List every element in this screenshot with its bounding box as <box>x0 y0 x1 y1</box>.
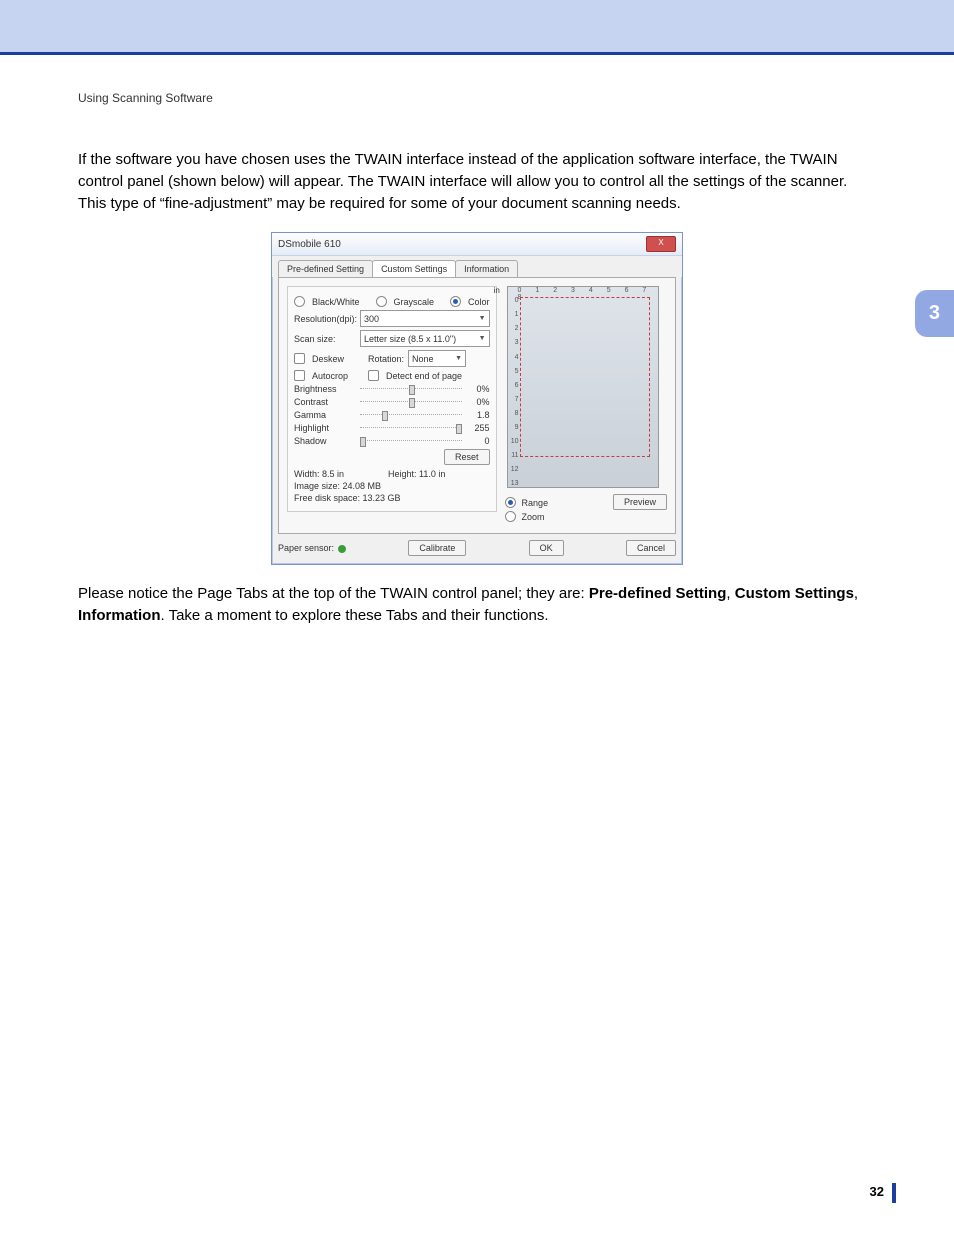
tab-information[interactable]: Information <box>455 260 518 277</box>
chevron-down-icon: ▼ <box>479 335 486 342</box>
slider-gamma[interactable] <box>360 411 462 419</box>
top-banner <box>0 0 954 55</box>
preview-button[interactable]: Preview <box>613 494 667 510</box>
slider-highlight[interactable] <box>360 424 462 432</box>
resolution-select[interactable]: 300 ▼ <box>360 310 490 327</box>
chevron-down-icon: ▼ <box>479 315 486 322</box>
status-diskfree: Free disk space: 13.23 GB <box>294 493 490 503</box>
twain-dialog: DSmobile 610 X Pre-defined Setting Custo… <box>271 232 683 565</box>
chevron-down-icon: ▼ <box>455 355 462 362</box>
rotation-value: None <box>412 354 434 364</box>
label-detect: Detect end of page <box>386 371 462 381</box>
close-button[interactable]: X <box>646 236 676 252</box>
label-zoom: Zoom <box>522 512 545 522</box>
status-width: Width: 8.5 in <box>294 469 384 479</box>
val-contrast: 0% <box>466 397 490 407</box>
chapter-tab: 3 <box>915 290 954 337</box>
selection-rectangle[interactable] <box>520 297 650 457</box>
checkbox-detect[interactable] <box>368 370 379 381</box>
reset-button[interactable]: Reset <box>444 449 490 465</box>
slider-shadow[interactable] <box>360 437 462 445</box>
tab-custom[interactable]: Custom Settings <box>372 260 456 277</box>
tabs-paragraph: Please notice the Page Tabs at the top o… <box>78 583 876 627</box>
rotation-select[interactable]: None ▼ <box>408 350 466 367</box>
section-title: Using Scanning Software <box>78 91 876 105</box>
paper-sensor-led-icon <box>338 545 346 553</box>
label-rotation: Rotation: <box>368 354 404 364</box>
val-brightness: 0% <box>466 384 490 394</box>
val-gamma: 1.8 <box>466 410 490 420</box>
ruler-unit: in <box>494 286 500 295</box>
tabs-row: Pre-defined Setting Custom Settings Info… <box>272 256 682 277</box>
label-highlight: Highlight <box>294 423 356 433</box>
tab-predefined[interactable]: Pre-defined Setting <box>278 260 373 277</box>
ruler-top: 0 1 2 3 4 5 6 7 8 <box>518 287 658 295</box>
label-autocrop: Autocrop <box>312 371 364 381</box>
scansize-value: Letter size (8.5 x 11.0") <box>364 334 456 344</box>
scansize-select[interactable]: Letter size (8.5 x 11.0") ▼ <box>360 330 490 347</box>
label-range: Range <box>522 498 549 508</box>
label-scansize: Scan size: <box>294 334 356 344</box>
radio-zoom[interactable] <box>505 511 516 522</box>
label-shadow: Shadow <box>294 436 356 446</box>
ok-button[interactable]: OK <box>529 540 564 556</box>
checkbox-deskew[interactable] <box>294 353 305 364</box>
label-gray: Grayscale <box>394 297 435 307</box>
label-gamma: Gamma <box>294 410 356 420</box>
label-paper-sensor: Paper sensor: <box>278 543 334 553</box>
label-resolution: Resolution(dpi): <box>294 314 356 324</box>
title-bar: DSmobile 610 X <box>272 233 682 256</box>
label-color: Color <box>468 297 490 307</box>
intro-paragraph: If the software you have chosen uses the… <box>78 149 876 214</box>
label-brightness: Brightness <box>294 384 356 394</box>
slider-contrast[interactable] <box>360 398 462 406</box>
radio-color[interactable] <box>450 296 461 307</box>
dialog-title: DSmobile 610 <box>278 239 341 250</box>
radio-bw[interactable] <box>294 296 305 307</box>
calibrate-button[interactable]: Calibrate <box>408 540 466 556</box>
page-number-accent <box>892 1183 896 1203</box>
cancel-button[interactable]: Cancel <box>626 540 676 556</box>
slider-brightness[interactable] <box>360 385 462 393</box>
ruler-left: 012345678910111213 <box>508 297 520 487</box>
label-bw: Black/White <box>312 297 360 307</box>
val-highlight: 255 <box>466 423 490 433</box>
radio-range[interactable] <box>505 497 516 508</box>
resolution-value: 300 <box>364 314 379 324</box>
status-height: Height: 11.0 in <box>388 469 445 479</box>
label-deskew: Deskew <box>312 354 364 364</box>
val-shadow: 0 <box>466 436 490 446</box>
label-contrast: Contrast <box>294 397 356 407</box>
status-imgsize: Image size: 24.08 MB <box>294 481 490 491</box>
preview-area[interactable]: in 0 1 2 3 4 5 6 7 8 012345678910111213 <box>507 286 659 488</box>
page-number: 32 <box>870 1184 884 1199</box>
radio-gray[interactable] <box>376 296 387 307</box>
checkbox-autocrop[interactable] <box>294 370 305 381</box>
